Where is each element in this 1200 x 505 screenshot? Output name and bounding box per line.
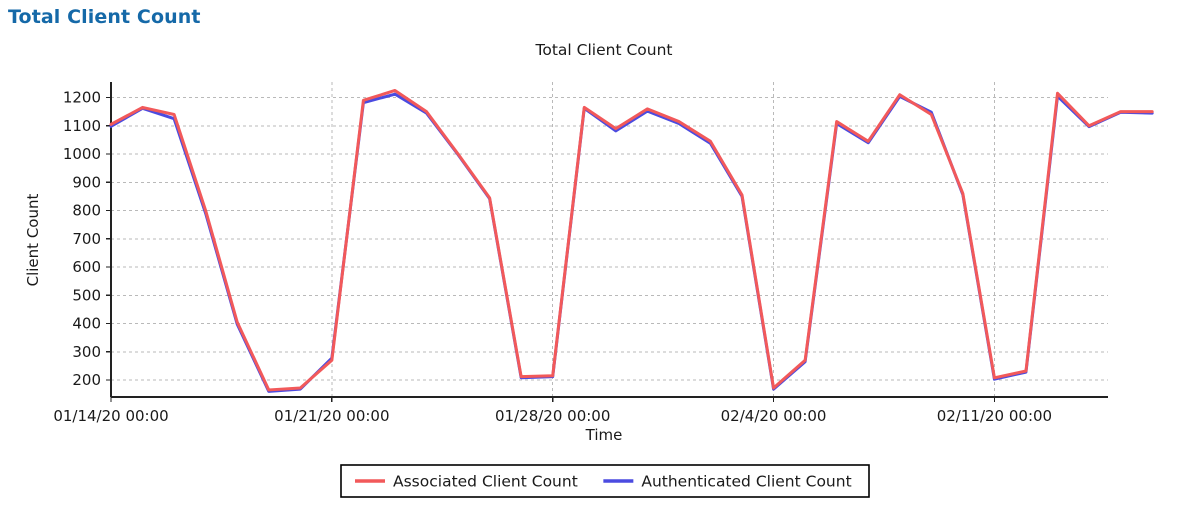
y-tick-label: 800 [72, 202, 101, 220]
y-tick-label: 300 [72, 343, 101, 361]
x-tick-label: 01/21/20 00:00 [274, 407, 389, 425]
data-series-group [109, 88, 1154, 393]
y-tick-label: 500 [72, 286, 101, 304]
chart-title: Total Client Count [535, 41, 673, 59]
y-axis-ticks: 200 300 400 500 600 700 800 900 1000 1100 1200 [63, 89, 111, 389]
y-tick-label: 1000 [63, 145, 101, 163]
x-tick-label: 01/14/20 00:00 [53, 407, 168, 425]
total-client-count-line-chart: Total Client Count 200 300 400 500 600 700 800… [24, 41, 1154, 498]
y-tick-label: 200 [72, 371, 101, 389]
page-title: Total Client Count [8, 6, 201, 28]
x-axis-ticks: 01/14/20 00:00 01/21/20 00:00 01/28/20 00:… [53, 397, 1052, 425]
legend-label-1: Authenticated Client Count [641, 473, 851, 491]
legend-label-0: Associated Client Count [393, 473, 578, 491]
x-tick-label: 01/28/20 00:00 [495, 407, 610, 425]
y-axis-label: Client Count [24, 194, 42, 287]
y-tick-label: 400 [72, 315, 101, 333]
chart-legend: Associated Client Count Authenticated Cli… [340, 464, 870, 498]
series-line-associated-client-count [109, 88, 1154, 392]
y-gridlines [111, 97, 1108, 381]
y-tick-label: 700 [72, 230, 101, 248]
x-tick-label: 02/4/20 00:00 [721, 407, 827, 425]
y-tick-label: 1100 [63, 117, 101, 135]
chart-container: Total Client Count 200 300 400 500 600 700 800… [0, 30, 1200, 505]
x-axis-label: Time [585, 426, 623, 444]
y-tick-label: 1200 [63, 89, 101, 107]
y-tick-label: 600 [72, 258, 101, 276]
series-line-authenticated-client-count [109, 92, 1154, 393]
x-gridlines [110, 82, 995, 397]
x-tick-label: 02/11/20 00:00 [937, 407, 1052, 425]
y-tick-label: 900 [72, 173, 101, 191]
